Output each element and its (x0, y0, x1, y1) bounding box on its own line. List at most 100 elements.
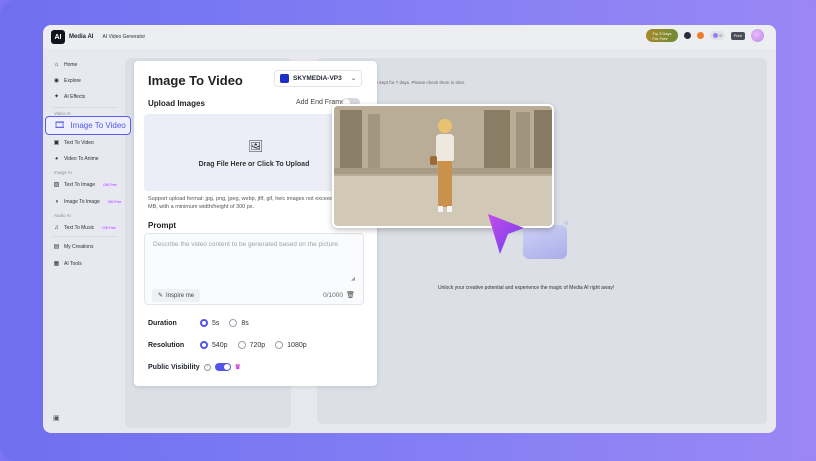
sidebar-item-label: Text To Video (64, 139, 94, 146)
image-upload-icon: 🖼 (248, 139, 264, 153)
resolution-option-720p[interactable]: 720p (237, 341, 266, 349)
sidebar-item-text-to-video[interactable]: ▣ Text To Video (53, 139, 94, 147)
sparkle-icon: ✧ (563, 219, 570, 228)
upload-text: Drag File Here or Click To Upload (198, 161, 310, 168)
breadcrumb: AI Video Generator (102, 34, 146, 40)
sidebar-item-home[interactable]: ⌂ Home (53, 61, 78, 68)
image-swap-icon: ◑ (54, 198, 59, 205)
resolution-option-540p[interactable]: 540p (200, 341, 228, 349)
credit-icon (712, 33, 718, 38)
upload-label: Upload Images (148, 99, 205, 108)
gift-free-tag: Gift Free (100, 225, 118, 230)
visibility-toggle[interactable] (214, 363, 231, 371)
home-icon: ⌂ (54, 61, 59, 68)
divider (53, 107, 117, 108)
sidebar-item-image-to-video[interactable]: 🎞 Image To Video (45, 116, 131, 135)
help-icon[interactable]: ? (203, 363, 211, 371)
radio (229, 319, 238, 327)
sidebar-item-image-to-image[interactable]: ◑ Image To Image Gift Free (53, 198, 124, 205)
visibility-label: Public Visibility (148, 363, 200, 371)
format-note: Support upload format: jpg, png, jpeg, w… (148, 196, 348, 210)
prompt-label: Prompt (148, 221, 176, 230)
avatar[interactable] (751, 29, 764, 42)
image-icon: ▨ (53, 182, 60, 188)
try-line-2: For Free (652, 36, 668, 41)
model-icon (280, 74, 289, 83)
public-visibility-row: Public Visibility ? ♛ (148, 363, 241, 371)
sidebar-item-text-to-music[interactable]: ♫ Text To Music Gift Free (53, 224, 118, 231)
panel-title: Image To Video (148, 73, 243, 88)
wand-icon: ✎ (158, 293, 164, 299)
option-label: 540p (212, 341, 228, 349)
resolution-label: Resolution (148, 341, 185, 349)
group-label-audio: Audio AI (54, 213, 71, 218)
image-video-icon: 🎞 (54, 120, 66, 130)
sidebar-item-label: AI Effects (64, 93, 86, 100)
char-count: 0/1000 (323, 292, 343, 299)
collapse-icon[interactable]: ▣ (53, 414, 60, 422)
sidebar-item-explore[interactable]: ◉ Explore (53, 77, 81, 85)
option-label: 8s (241, 319, 249, 327)
prompt-textarea[interactable]: Describe the video content to be generat… (144, 233, 364, 305)
top-right-controls: Try 3 Days For Free 0 Free (646, 29, 764, 42)
sidebar: ⌂ Home ◉ Explore ✦ AI Effects Video AI ▣ Tex… (43, 49, 125, 433)
gift-free-tag: Gift Free (105, 199, 124, 204)
sidebar-item-label: Text To Music (64, 224, 95, 231)
sidebar-item-label: My Creations (64, 243, 94, 250)
option-label: 720p (249, 341, 266, 349)
divider (53, 236, 117, 237)
model-name: SKYMEDIA-VP3 (293, 75, 342, 82)
group-label-image: Image AI (54, 170, 72, 175)
sidebar-item-label: Home (64, 61, 78, 68)
radio (237, 341, 246, 349)
resolution-option-1080p[interactable]: 1080p (275, 341, 307, 349)
free-badge[interactable]: Free (730, 31, 745, 40)
discord-icon[interactable] (683, 32, 691, 39)
video-icon: ▣ (53, 140, 60, 146)
trash-icon[interactable]: 🗑 (346, 291, 355, 299)
inspire-me-button[interactable]: ✎ Inspire me (152, 289, 201, 302)
sidebar-item-label: Video To Anime (64, 155, 99, 162)
sidebar-item-label: Image To Video (70, 121, 126, 130)
compass-icon: ◉ (53, 78, 60, 84)
credits-pill[interactable]: 0 (709, 31, 725, 40)
crown-icon: ♛ (234, 364, 241, 371)
duration-row: Duration 5s 8s (148, 319, 259, 327)
placeholder-image-icon (523, 225, 567, 259)
sidebar-item-ai-effects[interactable]: ✦ AI Effects (53, 93, 86, 101)
model-select[interactable]: SKYMEDIA-VP3 ⌄ (274, 70, 362, 87)
folder-icon: ▤ (53, 244, 60, 250)
sidebar-item-video-to-anime[interactable]: ◕ Video To Anime (53, 155, 99, 162)
sidebar-item-label: Image To Image (64, 198, 100, 205)
sidebar-item-label: Text To Image (64, 181, 96, 188)
credit-count: 0 (719, 33, 722, 38)
radio-selected (200, 319, 208, 327)
try-free-button[interactable]: Try 3 Days For Free (646, 29, 678, 42)
sidebar-item-label: AI Tools (64, 260, 82, 267)
sidebar-item-ai-tools[interactable]: ▦ AI Tools (53, 260, 82, 268)
music-icon: ♫ (54, 224, 59, 231)
unlock-message: Unlock your creative potential and exper… (438, 285, 615, 291)
retention-note: ...e kept for 7 days. Please check them … (372, 80, 466, 85)
duration-option-5s[interactable]: 5s (200, 319, 219, 327)
brand-name: Media AI (69, 34, 94, 40)
anime-icon: ◕ (54, 155, 59, 162)
radio-selected (200, 341, 208, 349)
duration-option-8s[interactable]: 8s (229, 319, 249, 327)
sidebar-item-my-creations[interactable]: ▤ My Creations (53, 243, 94, 251)
grid-icon: ▦ (53, 261, 60, 267)
sidebar-item-label: Explore (64, 77, 81, 84)
notification-icon[interactable] (696, 32, 704, 39)
sidebar-item-text-to-image[interactable]: ▨ Text To Image Gift Free (53, 181, 119, 188)
option-label: 1080p (287, 341, 307, 349)
top-bar: AI Media AI AI Video Generator Try 3 Day… (43, 25, 776, 49)
gift-free-tag: Gift Free (101, 182, 119, 187)
upload-dropzone[interactable]: 🖼 Drag File Here or Click To Upload (144, 114, 364, 191)
media-ai-logo[interactable]: AI (51, 30, 65, 44)
resize-handle[interactable]: ◢ (351, 276, 355, 282)
resolution-row: Resolution 540p 720p 1080p (148, 341, 317, 349)
sparkle-icon: ✦ (53, 94, 60, 100)
chevron-down-icon: ⌄ (350, 76, 356, 82)
option-label: 5s (212, 319, 220, 327)
pointer-cursor-icon (488, 214, 524, 254)
